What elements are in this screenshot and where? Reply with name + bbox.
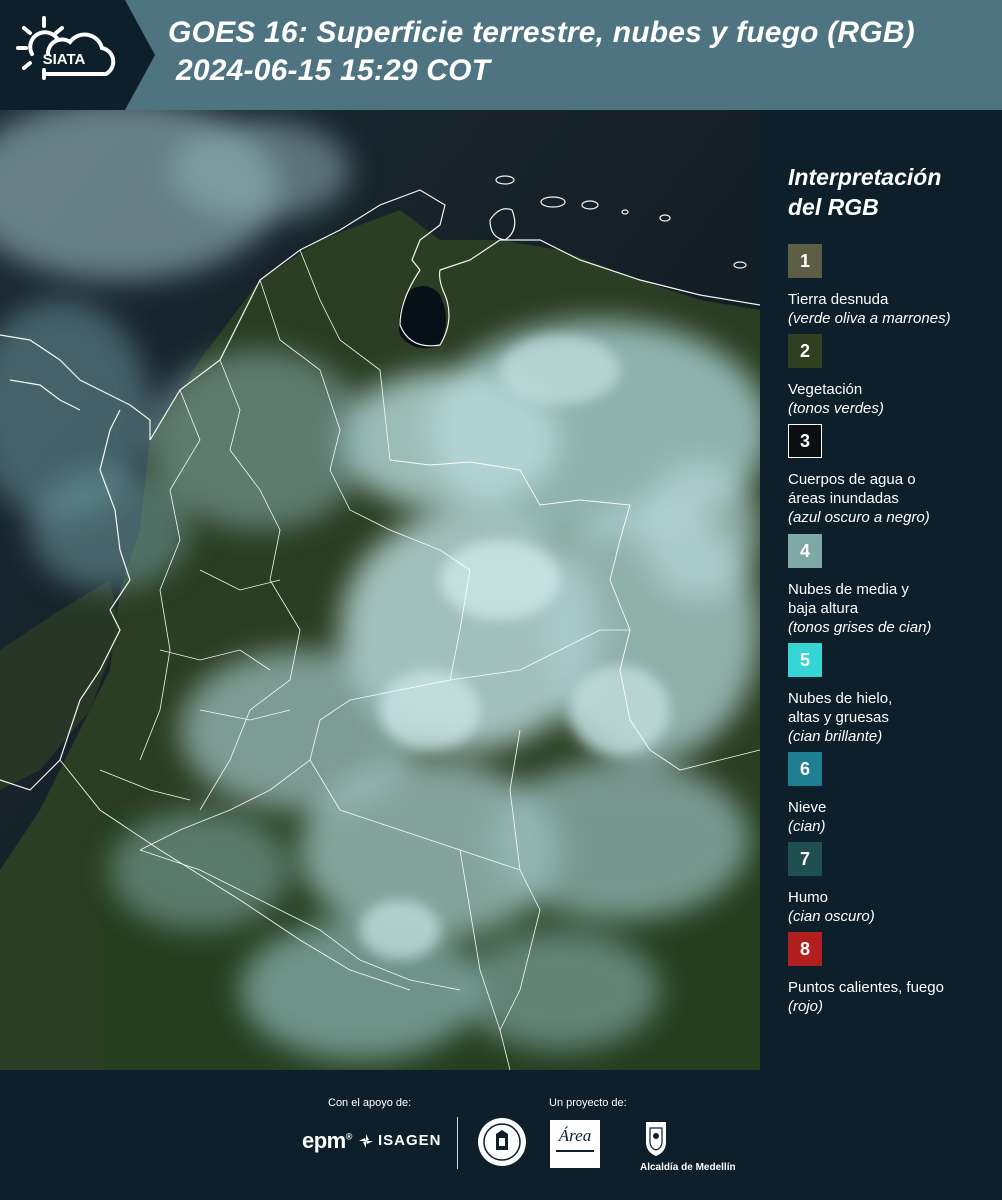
legend-swatch: 1 <box>788 244 822 278</box>
legend-title-line-1: Interpretación <box>788 164 942 190</box>
siata-logo: SIATA <box>0 0 155 110</box>
legend-swatch: 3 <box>788 424 822 458</box>
legend-item-label: Nubes de hielo, altas y gruesas <box>788 690 893 726</box>
isagen-mark-icon <box>359 1133 373 1148</box>
legend-item-note: (azul oscuro a negro) <box>788 509 930 526</box>
satellite-image <box>0 110 760 1070</box>
legend-item-hotspots: 8 Puntos calientes, fuego (rojo) <box>788 932 998 1016</box>
university-seal-icon <box>478 1118 526 1166</box>
legend-item-water-bodies: 3 Cuerpos de agua o áreas inundadas (azu… <box>788 424 998 527</box>
legend-item-ice-clouds: 5 Nubes de hielo, altas y gruesas (cian … <box>788 643 998 746</box>
title-line-1: GOES 16: Superficie terrestre, nubes y f… <box>168 16 915 49</box>
legend-item-label: Cuerpos de agua o áreas inundadas <box>788 471 916 507</box>
legend-item-label: Nieve <box>788 799 827 816</box>
legend-item-note: (tonos verdes) <box>788 400 884 417</box>
title-line-2: 2024-06-15 15:29 COT <box>176 54 491 87</box>
isagen-logo-text: ISAGEN <box>378 1132 442 1149</box>
sun-cloud-icon: SIATA <box>16 16 116 80</box>
footer-sponsors: Con el apoyo de: Un proyecto de: epm® IS… <box>0 1070 1002 1200</box>
footer-divider <box>457 1117 458 1169</box>
legend-item-label: Nubes de media y baja altura <box>788 581 909 617</box>
svg-text:SIATA: SIATA <box>43 51 86 68</box>
legend-item-label: Puntos calientes, fuego <box>788 979 944 996</box>
legend-swatch: 7 <box>788 842 822 876</box>
legend-item-note: (verde oliva a marrones) <box>788 310 951 327</box>
legend-swatch: 8 <box>788 932 822 966</box>
amva-logo-text: Área <box>558 1126 592 1145</box>
legend-swatch: 2 <box>788 334 822 368</box>
legend-item-label: Vegetación <box>788 381 863 398</box>
legend-swatch: 4 <box>788 534 822 568</box>
legend-item-vegetation: 2 Vegetación (tonos verdes) <box>788 334 998 418</box>
legend-item-note: (cian brillante) <box>788 728 883 745</box>
legend-title: Interpretación del RGB <box>788 162 941 222</box>
legend-item-label: Tierra desnuda <box>788 291 889 308</box>
epm-logo-text: epm <box>302 1128 346 1153</box>
satellite-map[interactable] <box>0 110 760 1070</box>
support-label: Con el apoyo de: <box>328 1097 412 1109</box>
legend-item-note: (cian oscuro) <box>788 908 875 925</box>
legend-item-snow: 6 Nieve (cian) <box>788 752 998 836</box>
rgb-legend: Interpretación del RGB 1 Tierra desnuda … <box>760 110 1002 1070</box>
header-bar: SIATA GOES 16: Superficie terrestre, nub… <box>0 0 1002 110</box>
legend-item-mid-low-clouds: 4 Nubes de media y baja altura (tonos gr… <box>788 534 998 637</box>
legend-swatch: 5 <box>788 643 822 677</box>
area-metropolitana-logo: Área <box>550 1120 600 1168</box>
medellin-crest-icon <box>646 1122 666 1156</box>
epm-logo: epm® <box>302 1128 352 1153</box>
legend-swatch: 6 <box>788 752 822 786</box>
medellin-label: Alcaldía de Medellín <box>640 1162 736 1173</box>
legend-item-note: (tonos grises de cian) <box>788 619 932 636</box>
page-title: GOES 16: Superficie terrestre, nubes y f… <box>168 14 915 90</box>
legend-title-line-2: del RGB <box>788 194 879 220</box>
legend-item-smoke: 7 Humo (cian oscuro) <box>788 842 998 926</box>
legend-item-label: Humo <box>788 889 829 906</box>
legend-item-note: (rojo) <box>788 998 824 1015</box>
project-label: Un proyecto de: <box>549 1097 627 1109</box>
legend-item-note: (cian) <box>788 818 826 835</box>
isagen-logo: ISAGEN <box>358 1132 442 1149</box>
legend-item-bare-soil: 1 Tierra desnuda (verde oliva a marrones… <box>788 244 998 328</box>
